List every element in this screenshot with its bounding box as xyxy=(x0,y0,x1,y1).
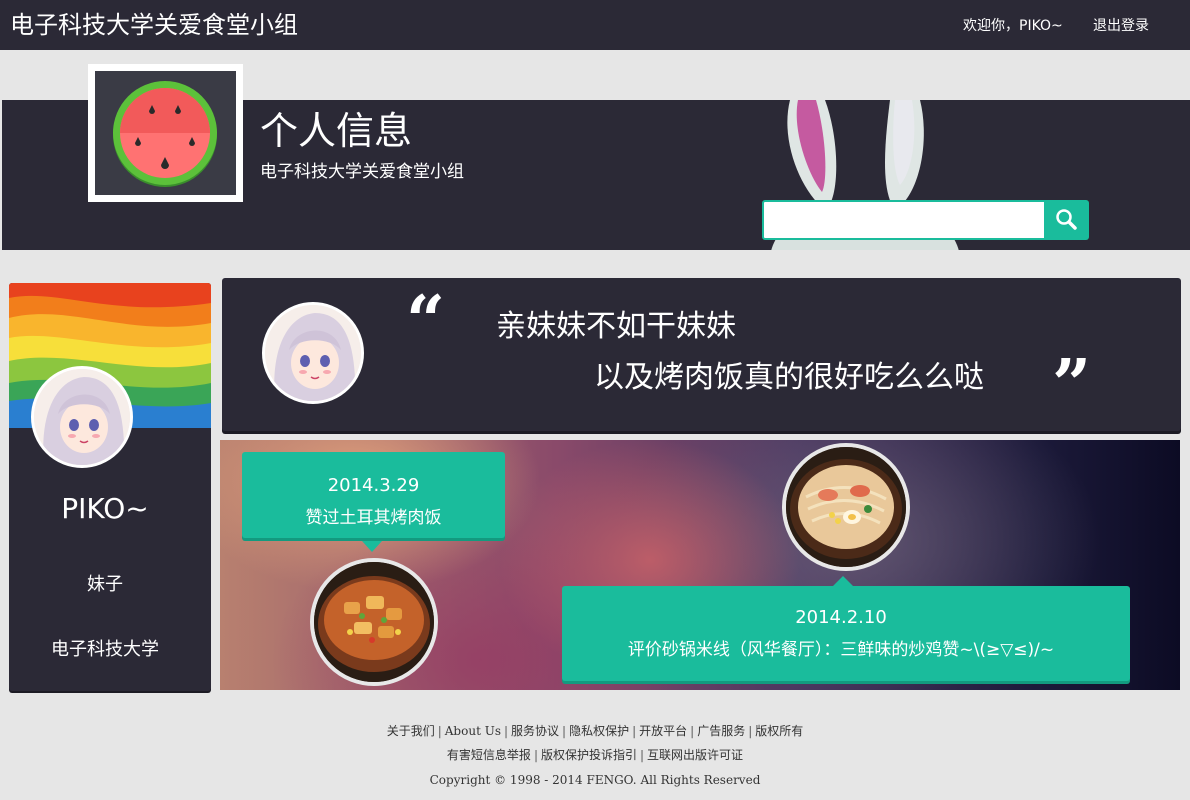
footer-link-report-sms[interactable]: 有害短信息举报 xyxy=(447,748,531,762)
profile-name: PIKO~ xyxy=(61,492,149,525)
search-button[interactable] xyxy=(1044,200,1089,240)
footer-link-ads[interactable]: 广告服务 xyxy=(697,724,745,738)
watermelon-icon xyxy=(113,81,217,187)
footer-link-complaint-guide[interactable]: 版权保护投诉指引 xyxy=(541,748,637,762)
welcome-user[interactable]: 欢迎你，PIKO~ xyxy=(963,16,1063,36)
footer-link-privacy[interactable]: 隐私权保护 xyxy=(569,724,629,738)
profile-gender: 妹子 xyxy=(87,574,123,595)
profile-school: 电子科技大学 xyxy=(51,639,159,660)
close-quote-icon: ” xyxy=(1052,345,1092,425)
timeline-bubble-2[interactable]: 2014.2.10 评价砂锅米线（风华餐厅）：三鲜味的炒鸡赞~\(≥▽≤)/~ xyxy=(562,576,1130,681)
footer-link-about-us[interactable]: About Us xyxy=(445,724,501,738)
quote-card: “ 亲妹妹不如干妹妹 以及烤肉饭真的很好吃么么哒 ” xyxy=(222,278,1181,431)
footer-links-row-2: 有害短信息举报 | 版权保护投诉指引 | 互联网出版许可证 xyxy=(446,748,744,762)
food-photo-kebab-rice[interactable] xyxy=(310,558,438,686)
footer-copyright: Copyright © 1998 - 2014 FENGO. All Right… xyxy=(429,773,761,787)
activity-timeline: 2014.3.29 赞过土耳其烤肉饭 2014.2.10 评价砂锅米线（风华餐厅… xyxy=(220,440,1180,690)
footer-link-terms[interactable]: 服务协议 xyxy=(511,724,559,738)
timeline-date: 2014.2.10 xyxy=(795,607,887,628)
footer-link-about[interactable]: 关于我们 xyxy=(387,724,435,738)
top-navbar: 电子科技大学关爱食堂小组 欢迎你，PIKO~ 退出登录 xyxy=(0,0,1190,50)
quote-line-1: 亲妹妹不如干妹妹 xyxy=(496,309,736,344)
page-title: 个人信息 xyxy=(260,109,413,153)
food-photo-noodles[interactable] xyxy=(782,443,910,571)
footer-link-copyright[interactable]: 版权所有 xyxy=(755,724,803,738)
search-input[interactable] xyxy=(762,200,1046,240)
timeline-date: 2014.3.29 xyxy=(327,475,420,496)
footer-link-publishing-license[interactable]: 互联网出版许可证 xyxy=(647,748,743,762)
profile-card: PIKO~ 妹子 电子科技大学 xyxy=(9,283,211,691)
profile-avatar[interactable] xyxy=(31,366,133,468)
timeline-text: 评价砂锅米线（风华餐厅）：三鲜味的炒鸡赞~\(≥▽≤)/~ xyxy=(627,640,1055,660)
timeline-bubble-1[interactable]: 2014.3.29 赞过土耳其烤肉饭 xyxy=(242,452,505,552)
timeline-text: 赞过土耳其烤肉饭 xyxy=(305,508,442,528)
search-icon xyxy=(1056,209,1077,230)
open-quote-icon: “ xyxy=(406,281,446,361)
footer-link-open-platform[interactable]: 开放平台 xyxy=(639,724,687,738)
quote-avatar[interactable] xyxy=(262,302,364,404)
brand-title[interactable]: 电子科技大学关爱食堂小组 xyxy=(10,10,298,40)
logout-link[interactable]: 退出登录 xyxy=(1093,16,1149,36)
page-subtitle: 电子科技大学关爱食堂小组 xyxy=(260,162,464,182)
quote-line-2: 以及烤肉饭真的很好吃么么哒 xyxy=(594,360,984,395)
site-logo[interactable] xyxy=(88,64,243,202)
footer-links-row-1: 关于我们 | About Us | 服务协议 | 隐私权保护 | 开放平台 | 广告服务 | 版权所有 xyxy=(386,724,804,738)
